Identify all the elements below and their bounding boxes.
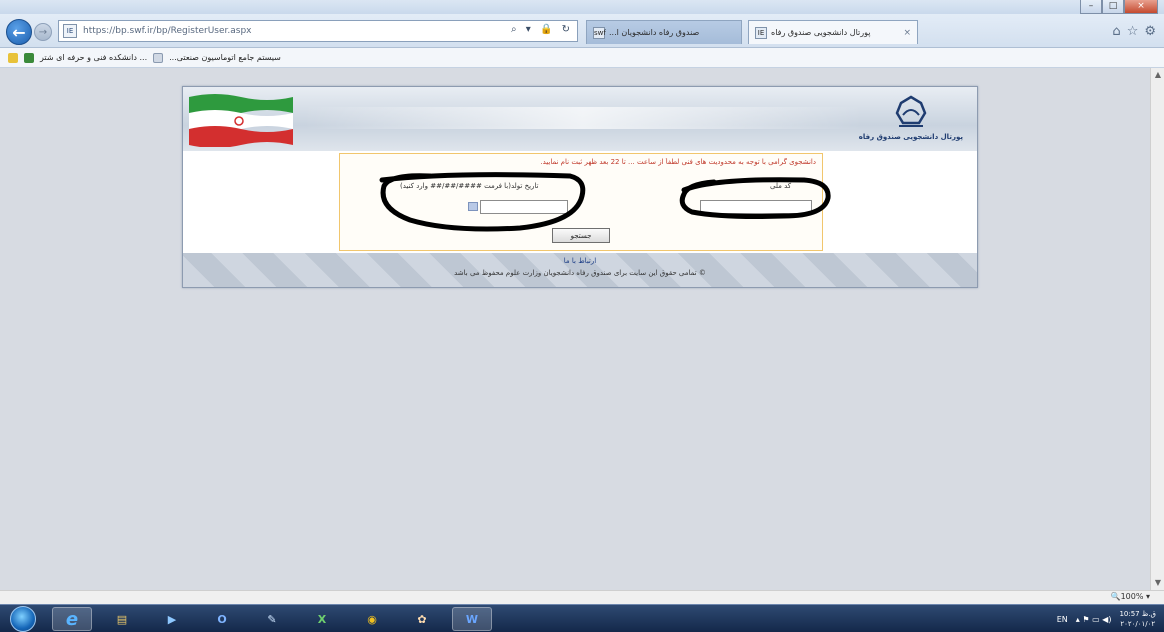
favorites-star-icon[interactable] [8,52,18,63]
status-bar: 🔍100% ▾ [0,590,1164,604]
tab-swf-portal[interactable]: swf ...صندوق رفاه دانشجویان ا [586,20,742,44]
tab-label: پورتال دانشجویی صندوق رفاه [771,28,871,37]
gear-icon[interactable]: ⚙ [1144,24,1156,39]
language-indicator[interactable]: EN [1057,615,1068,624]
taskbar-excel-icon[interactable]: X [302,607,342,631]
window-controls: – □ × [1080,0,1158,14]
url-text[interactable]: https://bp.swf.ir/bp/RegisterUser.aspx [83,26,252,36]
taskbar-ie-icon[interactable]: e [52,607,92,631]
favorites-star-icon[interactable]: ☆ [1127,24,1139,39]
portal-title: پورتال دانشجویی صندوق رفاه [858,133,963,141]
back-button[interactable]: ← [6,19,32,45]
arrow-left-icon: ← [12,22,26,42]
tab-favicon-icon: IE [755,26,767,39]
redaction-scribble [679,177,831,219]
page-viewport: پورتال دانشجویی صندوق رفاه دانشجوی گرامی… [0,68,1150,590]
taskbar-outlook-icon[interactable]: O [202,607,242,631]
banner-decoration [303,107,863,129]
home-icon[interactable]: ⌂ [1112,24,1120,39]
taskbar: e ▤ ▶ O ✎ X ◉ ✿ W EN ▴ ⚑ ▭ ◀) 10:57 ق.ظ … [0,604,1164,632]
swf-logo-icon [895,95,927,127]
tray-icons[interactable]: ▴ ⚑ ▭ ◀) [1076,615,1112,624]
tab-close-icon[interactable]: × [903,28,911,38]
favorites-bar: دانشکده فنی و حرفه ای شتر ... ...سیستم ج… [0,48,1164,68]
address-bar[interactable]: IE https://bp.swf.ir/bp/RegisterUser.asp… [58,20,578,42]
taskbar-media-icon[interactable]: ▶ [152,607,192,631]
system-tray: EN ▴ ⚑ ▭ ◀) 10:57 ق.ظ ۲۰۲۰/۰۱/۰۲ [1057,609,1156,629]
tab-student-portal[interactable]: IE پورتال دانشجویی صندوق رفاه × [748,20,918,44]
calendar-icon[interactable] [468,202,478,211]
taskbar-explorer-icon[interactable]: ▤ [102,607,142,631]
copyright-text: © تمامی حقوق این سایت برای صندوق رفاه دا… [454,269,706,277]
browser-navbar: ← → IE https://bp.swf.ir/bp/RegisterUser… [0,14,1164,48]
clock-date: ۲۰۲۰/۰۱/۰۲ [1120,620,1156,628]
taskbar-network-icon[interactable]: ✎ [252,607,292,631]
close-window-button[interactable]: × [1124,0,1158,14]
national-code-label: کد ملی [770,182,792,190]
favorite-link-2[interactable]: ...سیستم جامع اتوماسیون صنعتی [169,53,281,62]
contact-us-link[interactable]: ارتباط با ما [183,257,977,265]
maximize-button[interactable]: □ [1102,0,1124,14]
iran-flag-icon [189,94,293,147]
national-code-input[interactable] [700,200,812,214]
forward-button[interactable]: → [34,23,52,41]
chevron-down-icon[interactable]: ▼ [1153,578,1163,588]
chevron-up-icon[interactable]: ▲ [1153,70,1163,80]
birth-date-input[interactable] [480,200,568,214]
search-button[interactable]: جستجو [552,228,610,243]
taskbar-chrome-icon[interactable]: ◉ [352,607,392,631]
vertical-scrollbar[interactable]: ▲ ▼ [1150,68,1164,590]
minimize-button[interactable]: – [1080,0,1102,14]
birth-date-label: تاریخ تولد(با فرمت ####/##/## وارد کنید) [400,182,539,190]
zoom-level[interactable]: 🔍100% ▾ [1111,592,1150,601]
start-button[interactable] [10,606,36,632]
favorite-site-icon [153,52,164,63]
taskbar-paint-icon[interactable]: ✿ [402,607,442,631]
window-titlebar: – □ × [0,0,1164,14]
address-tools-icons[interactable]: ⌕ ▾ 🔒 ↻ [511,24,573,35]
tab-favicon-icon: swf [593,26,606,39]
favorite-link-1[interactable]: دانشکده فنی و حرفه ای شتر ... [40,53,147,62]
browser-tools: ⌂ ☆ ⚙ [1112,24,1156,39]
portal-banner: پورتال دانشجویی صندوق رفاه [183,87,977,151]
tab-label: ...صندوق رفاه دانشجویان ا [609,28,700,37]
notice-text: دانشجوی گرامی با توجه به محدودیت های فنی… [540,158,816,166]
clock[interactable]: 10:57 ق.ظ ۲۰۲۰/۰۱/۰۲ [1119,609,1156,629]
clock-time: 10:57 ق.ظ [1119,610,1156,618]
registration-form: دانشجوی گرامی با توجه به محدودیت های فنی… [339,153,831,251]
portal-footer: ارتباط با ما © تمامی حقوق این سایت برای … [183,253,977,287]
taskbar-word-icon[interactable]: W [452,607,492,631]
arrow-right-icon: → [38,26,48,38]
portal-panel: پورتال دانشجویی صندوق رفاه دانشجوی گرامی… [182,86,978,288]
site-favicon-icon: IE [63,24,77,38]
favorite-site-icon [24,52,34,63]
